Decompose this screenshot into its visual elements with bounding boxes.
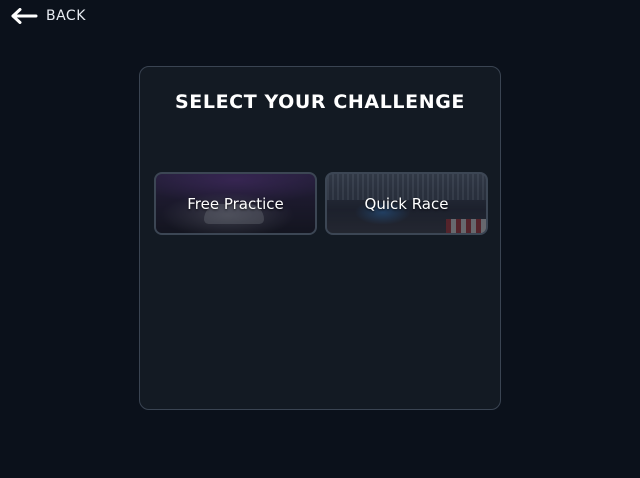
back-label: BACK [46, 8, 86, 24]
quick-race-card[interactable]: Quick Race [325, 172, 488, 235]
back-button[interactable]: BACK [10, 6, 86, 26]
challenge-select-screen: BACK SELECT YOUR CHALLENGE Free Practice… [0, 0, 640, 478]
panel-title: SELECT YOUR CHALLENGE [175, 91, 465, 113]
free-practice-label: Free Practice [187, 194, 284, 213]
quick-race-label: Quick Race [364, 194, 449, 213]
challenge-panel: SELECT YOUR CHALLENGE Free Practice Quic… [139, 66, 501, 410]
arrow-left-icon [11, 8, 38, 24]
free-practice-card[interactable]: Free Practice [154, 172, 317, 235]
